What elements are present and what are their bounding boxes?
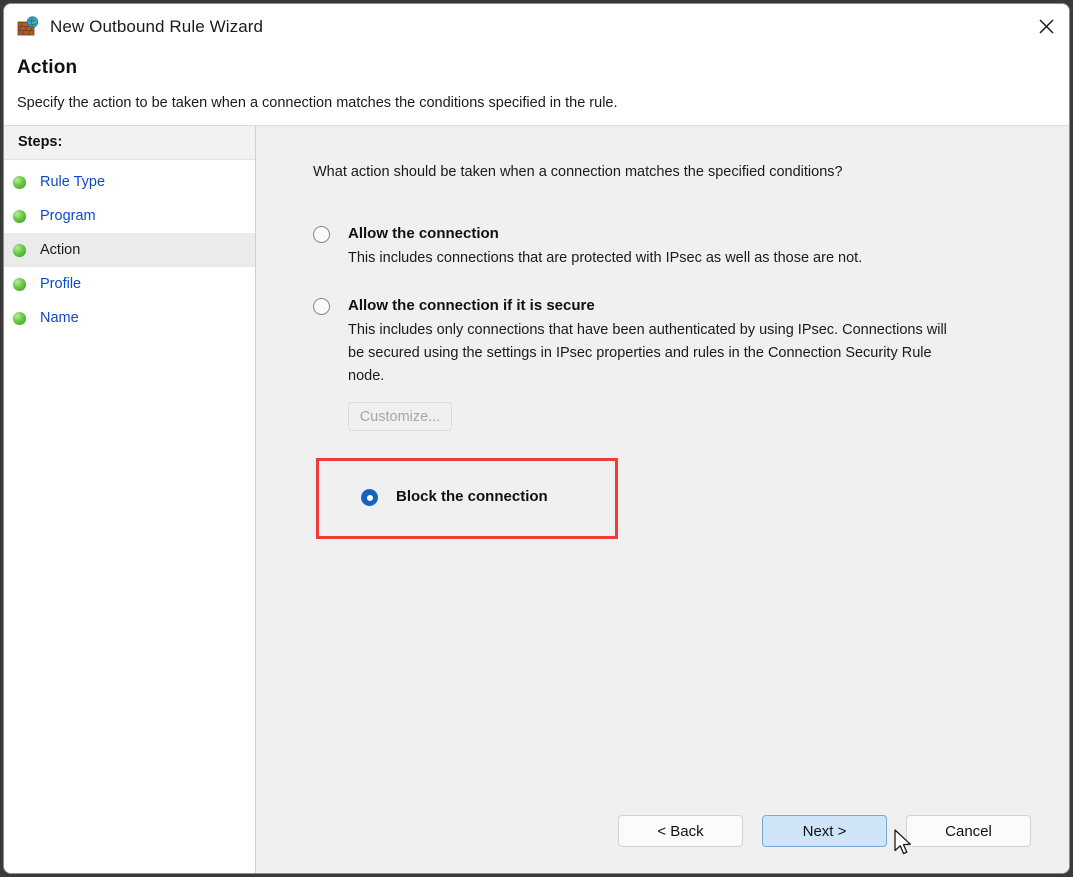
options-area: What action should be taken when a conne…	[256, 126, 1069, 815]
wizard-footer: < Back Next > Cancel	[256, 815, 1069, 873]
option-label: Block the connection	[396, 487, 548, 506]
option-allow-if-secure[interactable]: Allow the connection if it is secure Thi…	[313, 296, 1069, 431]
option-allow-connection[interactable]: Allow the connection This includes conne…	[313, 224, 1069, 270]
sidebar-item-label: Rule Type	[40, 174, 105, 190]
step-bullet-icon	[13, 244, 26, 257]
option-description: This includes connections that are prote…	[348, 247, 948, 270]
page-subtitle: Specify the action to be taken when a co…	[17, 79, 1069, 125]
step-bullet-icon	[13, 176, 26, 189]
sidebar-item-rule-type[interactable]: Rule Type	[4, 165, 255, 199]
sidebar-item-profile[interactable]: Profile	[4, 267, 255, 301]
radio-allow-if-secure[interactable]	[313, 298, 330, 315]
option-label: Allow the connection if it is secure	[348, 296, 595, 315]
sidebar-item-label: Name	[40, 310, 79, 326]
steps-sidebar: Steps: Rule Type Program Action	[4, 126, 256, 873]
option-block-connection[interactable]: Block the connection	[361, 487, 548, 506]
step-bullet-icon	[13, 278, 26, 291]
radio-allow-connection[interactable]	[313, 226, 330, 243]
wizard-body: Steps: Rule Type Program Action	[4, 126, 1069, 873]
title-bar: New Outbound Rule Wizard	[4, 4, 1069, 49]
step-bullet-icon	[13, 312, 26, 325]
customize-button[interactable]: Customize...	[348, 402, 452, 431]
next-button[interactable]: Next >	[762, 815, 887, 847]
cancel-button[interactable]: Cancel	[906, 815, 1031, 847]
content-pane: What action should be taken when a conne…	[256, 126, 1069, 873]
option-description: This includes only connections that have…	[348, 319, 948, 388]
sidebar-item-label: Action	[40, 242, 80, 258]
step-bullet-icon	[13, 210, 26, 223]
radio-block-connection[interactable]	[361, 489, 378, 506]
page-title: Action	[17, 49, 1069, 79]
sidebar-item-label: Profile	[40, 276, 81, 292]
sidebar-item-name[interactable]: Name	[4, 301, 255, 335]
action-question: What action should be taken when a conne…	[313, 164, 1069, 180]
option-label: Allow the connection	[348, 224, 499, 243]
steps-list: Rule Type Program Action Profile	[4, 160, 255, 335]
close-icon[interactable]	[1023, 4, 1069, 49]
window-title: New Outbound Rule Wizard	[50, 17, 263, 37]
sidebar-item-program[interactable]: Program	[4, 199, 255, 233]
back-button[interactable]: < Back	[618, 815, 743, 847]
wizard-window: New Outbound Rule Wizard Action Specify …	[3, 3, 1070, 874]
sidebar-item-label: Program	[40, 208, 96, 224]
firewall-globe-icon	[17, 16, 39, 38]
sidebar-item-action[interactable]: Action	[4, 233, 255, 267]
page-header: Action Specify the action to be taken wh…	[4, 49, 1069, 125]
annotation-highlight-box: Block the connection	[316, 458, 618, 539]
screen: New Outbound Rule Wizard Action Specify …	[0, 0, 1073, 877]
steps-heading: Steps:	[4, 126, 255, 160]
